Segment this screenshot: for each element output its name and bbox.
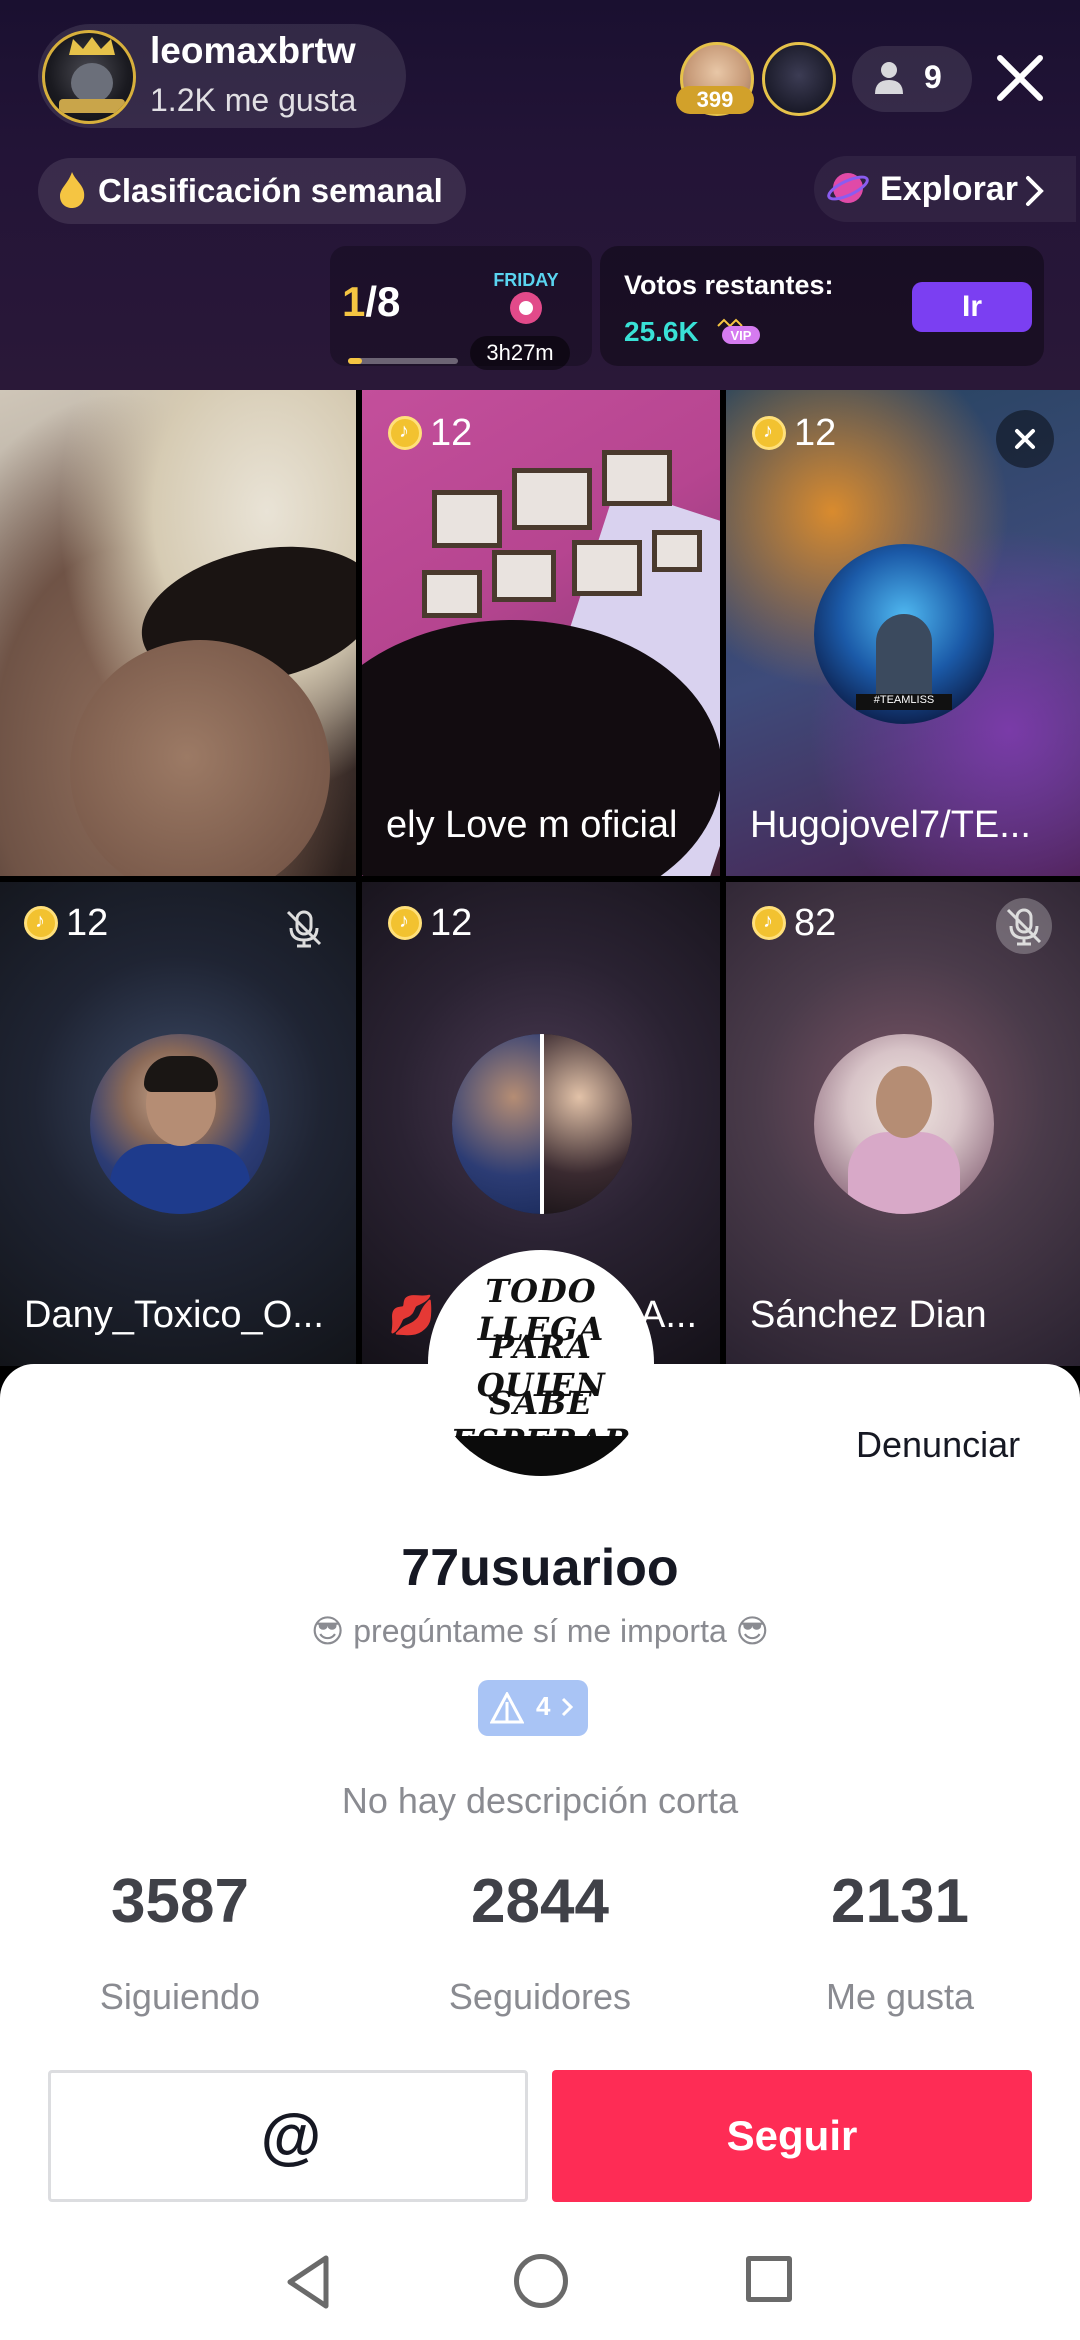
explore-label: Explorar [880, 170, 1018, 208]
mention-button[interactable]: @ [48, 2070, 528, 2202]
mic-muted-icon [1006, 908, 1042, 946]
tile-username: Sánchez Dian [750, 1294, 987, 1336]
planet-icon [827, 173, 869, 203]
rank-progress-bar [348, 358, 458, 364]
close-icon[interactable] [996, 410, 1054, 468]
chevron-right-icon [561, 1697, 574, 1717]
tile-username: Dany_Toxico_O... [24, 1294, 324, 1336]
host-name: leomaxbrtw [150, 30, 356, 71]
followers-label: Seguidores [448, 1976, 632, 2017]
tile-coin-count: 12 [66, 902, 109, 944]
coin-icon [752, 416, 786, 450]
guest-avatar[interactable] [452, 1034, 632, 1214]
rank-position: 1/8 [342, 278, 401, 325]
nav-back-icon[interactable] [280, 2252, 336, 2312]
nav-home-icon[interactable] [514, 2254, 568, 2308]
coin-icon [24, 906, 58, 940]
follow-label: Seguir [726, 2112, 858, 2159]
go-button[interactable]: Ir [912, 282, 1032, 332]
coin-icon [388, 906, 422, 940]
tile-coin-count: 12 [430, 902, 473, 944]
flame-icon [60, 172, 85, 208]
guest-avatar[interactable]: #TEAMLISS [814, 544, 994, 724]
tile-username: ely Love m oficial [386, 804, 678, 846]
viewer-score-badge: 399 [676, 86, 754, 114]
votes-value: 25.6K [624, 316, 699, 347]
vip-icon: VIP [717, 318, 760, 344]
followers-count: 2844 [471, 1867, 609, 1936]
likes-label: Me gusta [825, 1976, 975, 2017]
guest-avatar[interactable] [90, 1034, 270, 1214]
guest-tile-1[interactable] [0, 390, 356, 876]
tile-coin-count: 12 [794, 412, 837, 454]
report-link[interactable]: Denunciar [856, 1424, 1020, 1466]
tile-coin-count: 82 [794, 902, 837, 944]
host-avatar[interactable] [42, 30, 136, 124]
viewer-count: 9 [924, 59, 942, 95]
profile-avatar[interactable]: TODO LLEGA PARA QUIEN SABE ESPERAR [428, 1250, 654, 1476]
top-viewer-avatar[interactable] [762, 42, 836, 116]
follow-button[interactable]: Seguir [552, 2070, 1032, 2202]
weekly-ranking-label: Clasificación semanal [98, 172, 443, 209]
event-timer: 3h27m [470, 336, 570, 370]
close-icon[interactable] [990, 48, 1050, 108]
short-description: No hay descripción corta [341, 1780, 739, 1821]
coin-icon [388, 416, 422, 450]
guest-avatar[interactable] [814, 1034, 994, 1214]
host-likes: 1.2K me gusta [150, 82, 357, 118]
crown-icon [69, 37, 115, 55]
chevron-right-icon [1026, 176, 1044, 206]
likes-count: 2131 [831, 1867, 969, 1936]
tile-coin-count: 12 [430, 412, 473, 454]
svg-text:VIP: VIP [731, 328, 752, 343]
mic-muted-icon [286, 910, 322, 948]
tile-username: Hugojovel7/TE... [750, 804, 1031, 846]
following-label: Siguiendo [99, 1976, 261, 2017]
mention-label: @ [260, 2102, 322, 2171]
following-count: 3587 [111, 1867, 249, 1936]
level-number: 4 [536, 1691, 551, 1721]
coin-icon [752, 906, 786, 940]
nav-recents-icon[interactable] [746, 2256, 792, 2302]
viewer-count-pill[interactable] [852, 46, 972, 112]
votes-label: Votos restantes: [624, 270, 834, 300]
profile-username: 77usuarioo [401, 1539, 679, 1597]
friday-event-badge[interactable]: FRIDAY [488, 264, 564, 334]
level-triangle-icon [490, 1692, 524, 1724]
person-icon [875, 62, 903, 94]
profile-bio: 😎 pregúntame sí me importa 😎 [311, 1613, 769, 1649]
svg-text:FRIDAY: FRIDAY [493, 270, 558, 290]
